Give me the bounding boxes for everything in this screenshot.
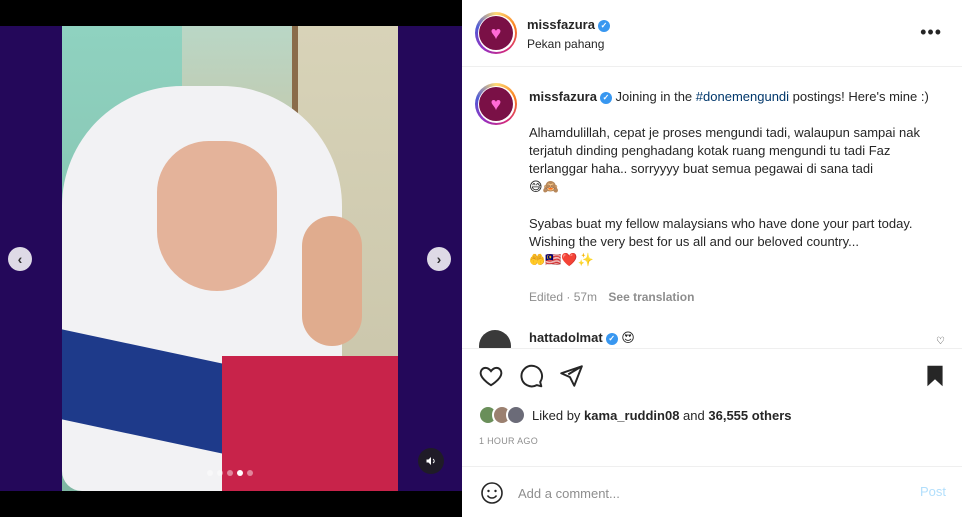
more-horizontal-icon: •••	[920, 22, 942, 42]
liker-avatar[interactable]	[506, 405, 526, 425]
post-location[interactable]: Pekan pahang	[527, 37, 604, 51]
caption-intro: Joining in the	[615, 89, 693, 104]
username-text: missfazura	[527, 17, 595, 32]
carousel-dot	[217, 470, 223, 476]
likes-text: Liked by kama_ruddin08 and 36,555 others	[532, 408, 791, 423]
photo-face	[157, 141, 277, 291]
heart-avatar-icon: ♥	[479, 16, 513, 50]
carousel-dot	[237, 470, 243, 476]
username-text: hattadolmat	[529, 330, 603, 345]
hashtag-link[interactable]: #donemengundi	[696, 89, 789, 104]
commenter-username[interactable]: hattadolmat ✓ 😍	[529, 330, 635, 346]
comments-area[interactable]: ♥ missfazura ✓ Joining in the #donemengun…	[462, 68, 962, 348]
chevron-right-icon: ›	[436, 251, 442, 267]
carousel-next-button[interactable]: ›	[427, 247, 451, 271]
caption-emoji-2: 🤲🇲🇾❤️✨	[529, 253, 594, 268]
instagram-post-viewer: ‹ › ♥ missfazura ✓ Pekan pahang ••• ♥ mi…	[0, 0, 962, 517]
action-bar	[462, 348, 962, 402]
speaker-icon	[426, 457, 435, 465]
post-timestamp[interactable]: 1 HOUR AGO	[479, 436, 538, 446]
heart-avatar-icon: ♥	[479, 87, 513, 121]
caption-text: missfazura ✓ Joining in the #donemengundi…	[529, 88, 929, 288]
heart-icon[interactable]	[478, 363, 504, 389]
carousel-dot	[207, 470, 213, 476]
send-icon[interactable]	[558, 363, 584, 389]
more-options-button[interactable]: •••	[920, 22, 942, 43]
caption-avatar[interactable]: ♥	[475, 83, 517, 125]
comment-icon[interactable]	[518, 363, 544, 389]
bookmark-icon[interactable]	[922, 363, 948, 389]
likes-prefix: Liked by	[532, 407, 581, 423]
avatar-ring: ♥	[477, 85, 515, 123]
author-avatar[interactable]: ♥	[475, 12, 517, 54]
see-translation-button[interactable]: See translation	[608, 290, 694, 304]
caption-paragraph-1: Alhamdulillah, cepat je proses mengundi …	[529, 125, 920, 176]
caption-username[interactable]: missfazura ✓	[529, 89, 612, 104]
post-header: ♥ missfazura ✓ Pekan pahang •••	[462, 0, 962, 67]
comment-text: 😍	[621, 331, 635, 346]
post-sidebar: ♥ missfazura ✓ Pekan pahang ••• ♥ missfaz…	[462, 0, 962, 517]
liker-username-link[interactable]: kama_ruddin08	[584, 408, 679, 423]
verified-badge-icon: ✓	[599, 91, 612, 104]
comment-composer: Post	[462, 466, 962, 517]
caption-emoji-1: 😅🙈	[529, 180, 559, 195]
post-photo[interactable]	[62, 26, 398, 491]
commenter-avatar[interactable]	[479, 330, 511, 348]
likes-others-link[interactable]: 36,555 others	[708, 408, 791, 423]
comment-input[interactable]	[518, 481, 888, 505]
username-text: missfazura	[529, 89, 597, 104]
photo-hand	[302, 216, 362, 346]
carousel-dot	[247, 470, 253, 476]
carousel-prev-button[interactable]: ‹	[8, 247, 32, 271]
verified-badge-icon: ✓	[597, 19, 610, 32]
caption-paragraph-2: Syabas buat my fellow malaysians who hav…	[529, 216, 913, 249]
likes-summary: Liked by kama_ruddin08 and 36,555 others	[478, 402, 791, 428]
caption-meta: Edited · 57m See translation	[529, 290, 694, 304]
comment-item: hattadolmat ✓ 😍 ♡	[479, 326, 959, 348]
likes-and: and	[683, 407, 705, 423]
comment-like-button[interactable]: ♡	[936, 336, 945, 347]
verified-badge-icon: ✓	[605, 332, 618, 345]
carousel-indicator	[207, 470, 253, 476]
media-pane: ‹ ›	[0, 0, 462, 517]
heart-outline-icon: ♡	[936, 336, 945, 347]
chevron-left-icon: ‹	[17, 251, 23, 267]
smiley-icon[interactable]	[480, 481, 504, 505]
sound-toggle-button[interactable]	[418, 448, 444, 474]
author-username[interactable]: missfazura ✓	[527, 17, 610, 32]
caption-intro-end: postings! Here's mine :)	[792, 89, 929, 104]
post-comment-button[interactable]: Post	[920, 484, 946, 499]
carousel-dot	[227, 470, 233, 476]
edited-timestamp: Edited · 57m	[529, 290, 598, 304]
avatar-ring: ♥	[477, 14, 515, 52]
